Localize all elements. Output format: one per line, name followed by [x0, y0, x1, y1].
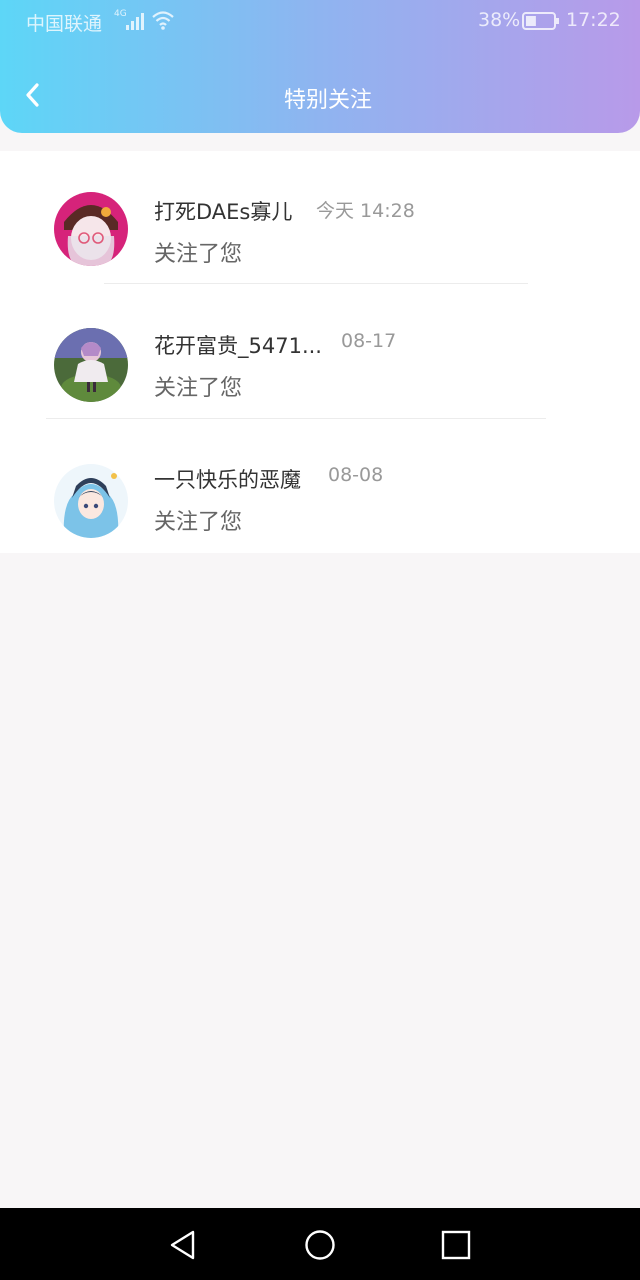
list-item[interactable]: 打死DAEs寡儿 今天 14:28 关注了您 — [0, 151, 640, 285]
battery-percent: 38% — [478, 9, 521, 31]
list-item[interactable]: 花开富贵_5471... 08-17 关注了您 — [0, 285, 640, 419]
user-name: 花开富贵_5471... — [154, 334, 322, 358]
list-item[interactable]: 一只快乐的恶魔 08-08 关注了您 — [0, 419, 640, 553]
message-text: 关注了您 — [154, 242, 243, 267]
carrier-label: 中国联通 — [26, 13, 103, 35]
battery-icon — [522, 12, 559, 30]
page-title: 特别关注 — [283, 88, 372, 113]
user-name: 打死DAEs寡儿 — [154, 200, 293, 224]
system-nav-bar — [0, 1208, 640, 1280]
timestamp: 08-08 — [328, 464, 384, 486]
nav-home-icon[interactable] — [303, 1228, 337, 1262]
message-text: 关注了您 — [154, 376, 243, 401]
header-bar: 中国联通 4G 38% 17:22 特别关注 — [0, 0, 640, 133]
status-bar: 中国联通 4G 38% 17:22 — [0, 0, 640, 44]
message-text: 关注了您 — [154, 510, 243, 535]
clock: 17:22 — [566, 9, 621, 31]
avatar — [54, 192, 128, 266]
signal-icon — [126, 13, 144, 30]
divider — [104, 283, 528, 284]
nav-back-icon[interactable] — [166, 1228, 200, 1262]
nav-recents-icon[interactable] — [439, 1228, 473, 1262]
wifi-icon — [152, 11, 174, 30]
avatar — [54, 464, 128, 538]
timestamp: 今天 14:28 — [316, 200, 415, 222]
follow-list: 打死DAEs寡儿 今天 14:28 关注了您 花开富贵_5471... 08-1… — [0, 151, 640, 553]
user-name: 一只快乐的恶魔 — [154, 468, 301, 492]
timestamp: 08-17 — [341, 330, 397, 352]
avatar — [54, 328, 128, 402]
